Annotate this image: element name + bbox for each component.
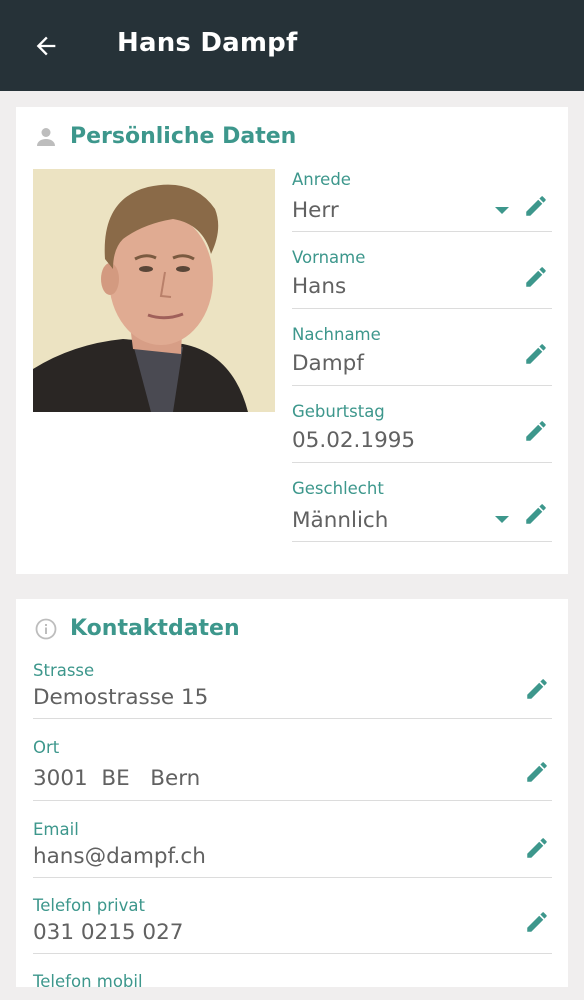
nachname-label: Nachname [292,325,381,344]
pencil-icon [526,267,546,287]
page-bottom-edge [0,987,584,1000]
field-vorname: Vorname Hans [292,247,552,309]
strasse-label: Strasse [33,661,95,680]
ort-input[interactable]: 3001 BE Bern [33,766,200,791]
page-title: Hans Dampf [117,28,298,58]
edit-telefon-privat-button[interactable] [523,908,551,936]
email-label: Email [33,820,79,839]
field-telefon-privat: Telefon privat 031 0215 027 [33,896,552,954]
geschlecht-select[interactable]: Männlich [292,508,388,533]
geschlecht-label: Geschlecht [292,479,384,498]
vorname-label: Vorname [292,248,366,267]
pencil-icon [526,421,546,441]
chevron-down-icon[interactable] [495,516,509,523]
edit-ort-button[interactable] [523,758,551,786]
personal-data-header: Persönliche Daten [34,124,296,149]
chevron-down-icon[interactable] [495,207,509,214]
telefon-privat-label: Telefon privat [33,896,145,915]
pencil-icon [527,912,547,932]
telefon-privat-input[interactable]: 031 0215 027 [33,920,183,945]
edit-nachname-button[interactable] [522,340,550,368]
pencil-icon [526,504,546,524]
pencil-icon [526,344,546,364]
personal-data-title: Persönliche Daten [70,124,297,149]
email-input[interactable]: hans@dampf.ch [33,844,206,869]
field-ort: Ort 3001 BE Bern [33,738,552,801]
app-bar: Hans Dampf [0,0,584,91]
pencil-icon [527,679,547,699]
profile-photo [33,169,275,412]
edit-geburtstag-button[interactable] [522,417,550,445]
edit-anrede-button[interactable] [522,192,550,220]
pencil-icon [526,196,546,216]
person-icon [34,125,58,149]
edit-email-button[interactable] [523,834,551,862]
edit-strasse-button[interactable] [523,675,551,703]
personal-data-card: Persönliche Daten Anrede Herr Vorname Ha… [16,107,568,574]
arrow-left-icon [36,36,56,56]
edit-geschlecht-button[interactable] [522,500,550,528]
edit-vorname-button[interactable] [522,263,550,291]
field-geburtstag: Geburtstag 05.02.1995 [292,401,552,463]
nachname-input[interactable]: Dampf [292,351,364,376]
anrede-label: Anrede [292,170,351,189]
geburtstag-label: Geburtstag [292,402,385,421]
contact-data-header: Kontaktdaten [34,616,240,641]
field-anrede: Anrede Herr [292,169,552,232]
field-email: Email hans@dampf.ch [33,820,552,878]
geburtstag-input[interactable]: 05.02.1995 [292,428,415,453]
field-strasse: Strasse Demostrasse 15 [33,661,552,719]
strasse-input[interactable]: Demostrasse 15 [33,685,208,710]
contact-data-card: Kontaktdaten Strasse Demostrasse 15 Ort … [16,599,568,1000]
anrede-select[interactable]: Herr [292,198,339,223]
pencil-icon [527,838,547,858]
field-nachname: Nachname Dampf [292,324,552,386]
back-button[interactable] [28,28,64,64]
vorname-input[interactable]: Hans [292,274,346,299]
field-geschlecht: Geschlecht Männlich [292,478,552,542]
contact-data-title: Kontaktdaten [70,616,240,641]
info-icon [34,617,58,641]
ort-label: Ort [33,738,60,757]
pencil-icon [527,762,547,782]
